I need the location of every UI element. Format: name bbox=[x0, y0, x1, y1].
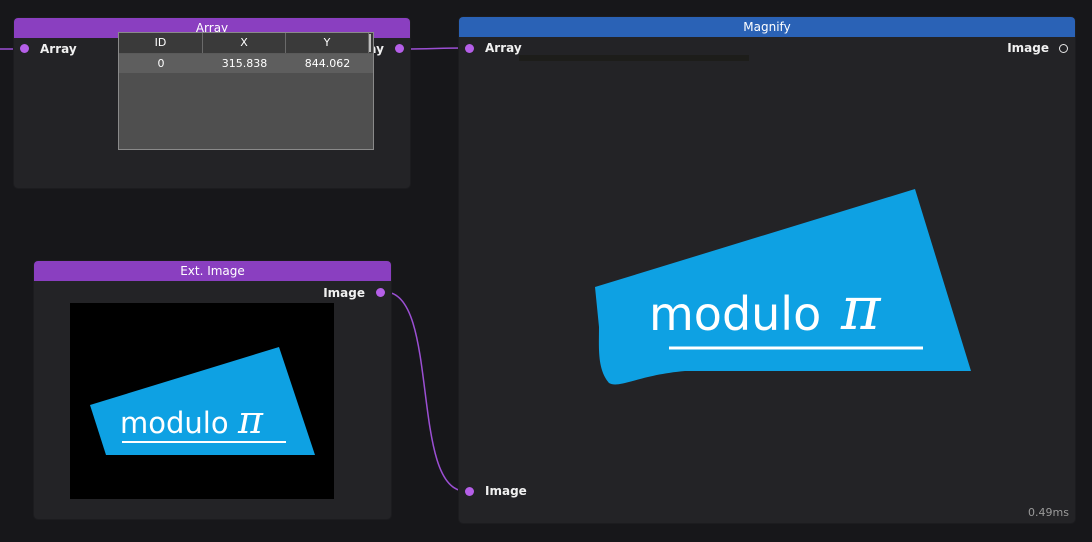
ext-image-preview: modulo π bbox=[70, 303, 334, 499]
cell-y[interactable]: 844.062 bbox=[286, 54, 369, 73]
magnify-timing: 0.49ms bbox=[1028, 506, 1069, 519]
array-input-port-label: Array bbox=[40, 42, 77, 56]
cell-x[interactable]: 315.838 bbox=[203, 54, 286, 73]
wire-extimage-to-magnify bbox=[384, 291, 466, 492]
array-node[interactable]: Array Array Array ID X Y 0 315.838 844.0… bbox=[14, 18, 410, 188]
table-scroll-handle[interactable] bbox=[369, 34, 371, 52]
column-header-y[interactable]: Y bbox=[286, 33, 369, 53]
ext-image-output-port-dot[interactable] bbox=[376, 288, 385, 297]
array-input-port-dot[interactable] bbox=[20, 44, 29, 53]
ext-image-output-port-label: Image bbox=[323, 286, 365, 300]
array-table[interactable]: ID X Y 0 315.838 844.062 bbox=[118, 32, 374, 150]
ext-image-node-title[interactable]: Ext. Image bbox=[34, 261, 391, 281]
modulo-pi-logo: modulo π bbox=[90, 347, 315, 455]
magnified-logo-pi: π bbox=[840, 274, 882, 344]
table-row[interactable]: 0 315.838 844.062 bbox=[119, 54, 373, 73]
array-output-port-dot[interactable] bbox=[395, 44, 404, 53]
cell-id[interactable]: 0 bbox=[119, 54, 203, 73]
array-table-header: ID X Y bbox=[119, 33, 373, 54]
magnified-logo-text: modulo bbox=[649, 287, 821, 341]
logo-pi: π bbox=[237, 398, 264, 442]
magnify-image-input-port-label: Image bbox=[485, 484, 527, 498]
ext-image-node[interactable]: Ext. Image Image modulo π bbox=[34, 261, 391, 519]
logo-text: modulo bbox=[120, 406, 229, 440]
magnified-modulo-pi-logo: modulo π bbox=[595, 189, 971, 385]
column-header-x[interactable]: X bbox=[203, 33, 286, 53]
column-header-id[interactable]: ID bbox=[119, 33, 203, 53]
magnify-image-input-port-dot[interactable] bbox=[465, 487, 474, 496]
wire-array-to-magnify bbox=[403, 47, 466, 50]
magnify-node[interactable]: Magnify Array Image modulo π Image 0.49m… bbox=[459, 17, 1075, 523]
